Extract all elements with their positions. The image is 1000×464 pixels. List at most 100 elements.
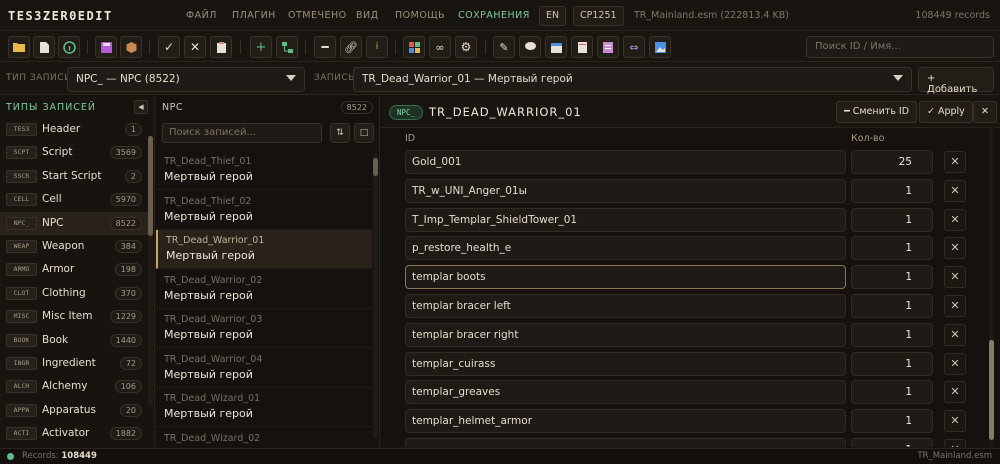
- tool-icon[interactable]: ✎: [493, 36, 515, 58]
- item-id-input[interactable]: templar_cuirass: [405, 351, 846, 376]
- item-qty-input[interactable]: 1: [851, 265, 933, 290]
- windows-icon[interactable]: [403, 36, 425, 58]
- item-id-input[interactable]: TR_w_UNI_Anger_01ы: [405, 178, 846, 203]
- records-scrollbar[interactable]: [373, 158, 378, 176]
- package-icon[interactable]: [120, 36, 142, 58]
- document-icon[interactable]: [571, 36, 593, 58]
- item-qty-input[interactable]: 1: [851, 409, 933, 434]
- record-type-item[interactable]: SSCR Start Script 2: [0, 165, 148, 188]
- menu-file[interactable]: ФАЙЛ: [186, 10, 217, 21]
- record-list-item[interactable]: TR_Dead_Wizard_01 Мертвый герой: [156, 388, 372, 427]
- item-id-input[interactable]: templar_greaves: [405, 380, 846, 405]
- clipboard-icon[interactable]: [210, 36, 232, 58]
- delete-item-button[interactable]: ✕: [944, 295, 966, 317]
- delete-item-button[interactable]: ✕: [944, 381, 966, 404]
- delete-item-button[interactable]: ✕: [944, 208, 966, 231]
- language-button[interactable]: EN: [539, 6, 567, 26]
- records-search-input[interactable]: Поиск записей...: [162, 123, 322, 143]
- record-type-item[interactable]: TES3 Header 1: [0, 118, 148, 141]
- record-type-item[interactable]: INGR Ingredient 72: [0, 352, 148, 375]
- menu-help[interactable]: ПОМОЩЬ: [395, 10, 445, 21]
- delete-item-button[interactable]: ✕: [944, 266, 966, 289]
- settings-icon[interactable]: ⚙: [455, 36, 477, 58]
- chat-icon[interactable]: [519, 36, 541, 58]
- record-list-item[interactable]: TR_Dead_Thief_01 Мертвый герой: [156, 151, 372, 190]
- add-record-button[interactable]: + Добавить: [918, 67, 994, 95]
- item-qty-input[interactable]: 1: [851, 438, 933, 447]
- delete-item-button[interactable]: ✕: [944, 352, 966, 375]
- details-icon[interactable]: i: [366, 36, 388, 58]
- save-icon[interactable]: [95, 36, 117, 58]
- check-icon[interactable]: ✓: [158, 36, 180, 58]
- item-id-input[interactable]: templar bracer right: [405, 322, 846, 347]
- record-list-item[interactable]: TR_Dead_Wizard_02: [156, 428, 372, 448]
- item-id-input[interactable]: Gold_001: [405, 150, 846, 174]
- item-id-input[interactable]: templar_helmet_armor: [405, 409, 846, 434]
- delete-item-button[interactable]: ✕: [944, 439, 966, 447]
- record-type-item[interactable]: MISC Misc Item 1229: [0, 305, 148, 328]
- delete-item-button[interactable]: ✕: [944, 179, 966, 202]
- apply-button[interactable]: ✓ Apply: [919, 101, 973, 123]
- list-icon[interactable]: [597, 36, 619, 58]
- calendar-icon[interactable]: [545, 36, 567, 58]
- item-qty-input[interactable]: 1: [851, 236, 933, 261]
- editor-scrollbar[interactable]: [989, 340, 994, 440]
- menu-marked[interactable]: ОТМЕЧЕНО: [288, 10, 347, 21]
- item-qty-input[interactable]: 1: [851, 178, 933, 203]
- chain-icon[interactable]: ∞: [429, 36, 451, 58]
- record-type-item[interactable]: NPC_ NPC 8522: [0, 211, 148, 235]
- swap-icon[interactable]: ⇔: [623, 36, 645, 58]
- open-folder-icon[interactable]: [8, 36, 30, 58]
- item-id-input[interactable]: templar boots: [405, 265, 846, 290]
- item-id-input[interactable]: templar bracer left: [405, 294, 846, 318]
- item-qty-input[interactable]: 1: [851, 294, 933, 318]
- item-qty-input[interactable]: 25: [851, 150, 933, 174]
- delete-item-button[interactable]: ✕: [944, 323, 966, 346]
- add-icon[interactable]: +: [250, 36, 272, 58]
- menu-plugin[interactable]: ПЛАГИН: [232, 10, 276, 21]
- image-icon[interactable]: [649, 36, 671, 58]
- delete-item-button[interactable]: ✕: [944, 151, 966, 173]
- item-qty-input[interactable]: 1: [851, 207, 933, 232]
- item-id-input[interactable]: [405, 438, 846, 447]
- record-list-item[interactable]: TR_Dead_Warrior_04 Мертвый герой: [156, 349, 372, 388]
- record-type-item[interactable]: WEAP Weapon 384: [0, 235, 148, 258]
- encoding-button[interactable]: CP1251: [573, 6, 624, 26]
- record-type-item[interactable]: ACTI Activator 1882: [0, 422, 148, 445]
- record-type-item[interactable]: CELL Cell 5970: [0, 188, 148, 211]
- record-type-item[interactable]: ALCH Alchemy 106: [0, 375, 148, 398]
- minus-icon[interactable]: ━: [314, 36, 336, 58]
- record-type-item[interactable]: BOOK Book 1440: [0, 329, 148, 352]
- item-qty-input[interactable]: 1: [851, 351, 933, 376]
- record-type-item[interactable]: CLOT Clothing 370: [0, 282, 148, 305]
- record-select[interactable]: TR_Dead_Warrior_01 — Мертвый герой: [353, 67, 912, 92]
- sort-button[interactable]: ⇅: [330, 123, 350, 143]
- item-id-input[interactable]: p_restore_health_e: [405, 236, 846, 261]
- record-list-item[interactable]: TR_Dead_Warrior_02 Мертвый герой: [156, 270, 372, 309]
- item-qty-input[interactable]: 1: [851, 380, 933, 405]
- record-type-item[interactable]: APPA Apparatus 20: [0, 399, 148, 422]
- link-icon[interactable]: 🔗︎: [340, 36, 362, 58]
- new-file-icon[interactable]: [33, 36, 55, 58]
- record-type-item[interactable]: SCPT Script 3569: [0, 141, 148, 164]
- record-type-select[interactable]: NPC_ — NPC (8522): [67, 67, 305, 92]
- mark-button[interactable]: □: [354, 123, 374, 143]
- record-type-item[interactable]: ARMO Armor 198: [0, 258, 148, 281]
- item-qty-input[interactable]: 1: [851, 322, 933, 347]
- global-search-input[interactable]: Поиск ID / Имя...: [806, 36, 994, 58]
- hierarchy-icon[interactable]: [276, 36, 298, 58]
- collapse-panel-button[interactable]: ◀: [134, 100, 148, 114]
- record-list-item[interactable]: TR_Dead_Thief_02 Мертвый герой: [156, 191, 372, 230]
- change-id-button[interactable]: ━ Сменить ID: [836, 101, 918, 123]
- info-icon[interactable]: [58, 36, 80, 58]
- delete-item-button[interactable]: ✕: [944, 410, 966, 433]
- menu-view[interactable]: ВИД: [356, 10, 379, 21]
- record-list-item[interactable]: TR_Dead_Warrior_01 Мертвый герой: [156, 230, 372, 269]
- item-id-input[interactable]: T_Imp_Templar_ShieldTower_01: [405, 207, 846, 232]
- menu-saves[interactable]: СОХРАНЕНИЯ: [458, 10, 530, 21]
- uncheck-icon[interactable]: ✕: [184, 36, 206, 58]
- close-editor-button[interactable]: ✕: [973, 101, 997, 123]
- types-scrollbar[interactable]: [148, 136, 153, 236]
- record-list-item[interactable]: TR_Dead_Warrior_03 Мертвый герой: [156, 309, 372, 348]
- delete-item-button[interactable]: ✕: [944, 237, 966, 260]
